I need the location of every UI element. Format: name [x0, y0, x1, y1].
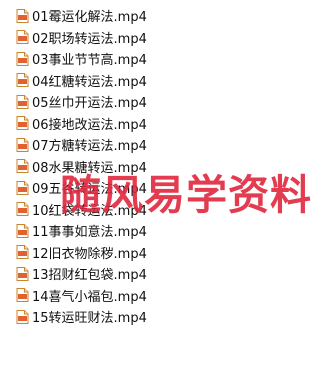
file-item[interactable]: 04红糖转运法.mp4 — [16, 70, 316, 92]
file-item[interactable]: 01霉运化解法.mp4 — [16, 5, 316, 27]
file-name: 03事业节节高.mp4 — [32, 53, 147, 69]
file-item[interactable]: 05丝巾开运法.mp4 — [16, 91, 316, 113]
file-item[interactable]: 07方糖转运法.mp4 — [16, 134, 316, 156]
video-file-icon — [16, 288, 29, 303]
file-name: 01霉运化解法.mp4 — [32, 10, 147, 26]
video-file-icon — [16, 266, 29, 281]
file-item[interactable]: 11事事如意法.mp4 — [16, 220, 316, 242]
watermark-text: 随风易学资料 — [60, 171, 312, 219]
file-name: 15转运旺财法.mp4 — [32, 311, 147, 327]
video-file-icon — [16, 159, 29, 174]
file-name: 07方糖转运法.mp4 — [32, 139, 147, 155]
video-file-icon — [16, 30, 29, 45]
file-name: 04红糖转运法.mp4 — [32, 74, 147, 90]
video-file-icon — [16, 94, 29, 109]
file-item[interactable]: 13招财红包袋.mp4 — [16, 263, 316, 285]
file-name: 12旧衣物除秽.mp4 — [32, 246, 147, 262]
file-name: 14喜气小福包.mp4 — [32, 289, 147, 305]
file-item[interactable]: 15转运旺财法.mp4 — [16, 306, 316, 328]
file-item[interactable]: 14喜气小福包.mp4 — [16, 285, 316, 307]
file-item[interactable]: 02职场转运法.mp4 — [16, 27, 316, 49]
video-file-icon — [16, 8, 29, 23]
video-file-icon — [16, 309, 29, 324]
video-file-icon — [16, 116, 29, 131]
file-name: 02职场转运法.mp4 — [32, 31, 147, 47]
video-file-icon — [16, 180, 29, 195]
file-item[interactable]: 03事业节节高.mp4 — [16, 48, 316, 70]
file-name: 13招财红包袋.mp4 — [32, 268, 147, 284]
video-file-icon — [16, 137, 29, 152]
file-name: 05丝巾开运法.mp4 — [32, 96, 147, 112]
video-file-icon — [16, 245, 29, 260]
file-name: 11事事如意法.mp4 — [32, 225, 147, 241]
video-file-icon — [16, 51, 29, 66]
video-file-icon — [16, 73, 29, 88]
file-name: 06接地改运法.mp4 — [32, 117, 147, 133]
video-file-icon — [16, 202, 29, 217]
file-item[interactable]: 12旧衣物除秽.mp4 — [16, 242, 316, 264]
file-item[interactable]: 06接地改运法.mp4 — [16, 113, 316, 135]
video-file-icon — [16, 223, 29, 238]
